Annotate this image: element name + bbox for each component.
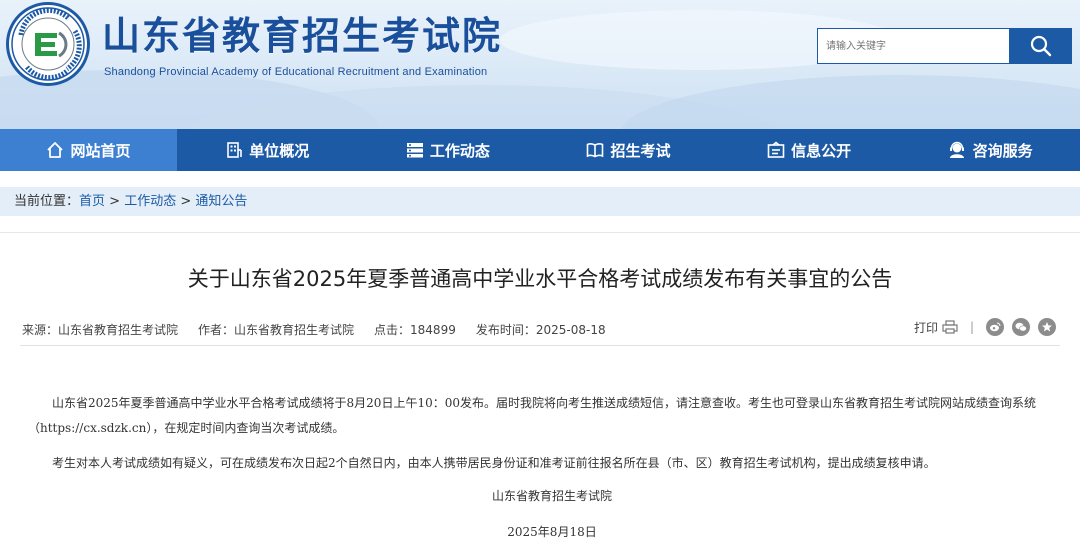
nav-label: 工作动态 bbox=[429, 141, 490, 160]
article: 关于山东省2025年夏季普通高中学业水平合格考试成绩发布有关事宜的公告 来源：山… bbox=[0, 232, 1080, 542]
article-signature: 山东省教育招生考试院 bbox=[491, 489, 612, 503]
article-paragraph: 考生对本人考试成绩如有疑义，可在成绩发布次日起2个自然日内，由本人携带居民身份证… bbox=[52, 456, 936, 470]
site-header: 山东省教育招生考试院 Shandong Provincial Academy o… bbox=[0, 0, 1080, 129]
article-published: 发布时间：2025-08-18 bbox=[475, 323, 606, 337]
home-icon bbox=[47, 142, 64, 158]
nav-item-home[interactable]: 网站首页 bbox=[0, 129, 177, 171]
article-title: 关于山东省2025年夏季普通高中学业水平合格考试成绩发布有关事宜的公告 bbox=[187, 267, 893, 291]
nav-label: 咨询服务 bbox=[972, 141, 1033, 160]
building-icon bbox=[227, 142, 243, 158]
site-subtitle: Shandong Provincial Academy of Education… bbox=[104, 66, 488, 78]
service-icon bbox=[949, 141, 964, 158]
list-icon bbox=[406, 143, 423, 158]
share-weibo-button[interactable] bbox=[986, 318, 1004, 336]
nav-item-exams[interactable]: 招生考试 bbox=[538, 129, 719, 171]
article-date: 2025年8月18日 bbox=[507, 525, 597, 539]
article-paragraph: 山东省2025年夏季普通高中学业水平合格考试成绩将于8月20日上午10：00发布… bbox=[28, 396, 1036, 435]
article-tools: 打印 | bbox=[914, 318, 1056, 336]
share-wechat-button[interactable] bbox=[1012, 318, 1030, 336]
favorite-button[interactable] bbox=[1038, 318, 1056, 336]
breadcrumb-separator: > bbox=[105, 194, 125, 209]
breadcrumb-news-link[interactable]: 工作动态 bbox=[124, 194, 176, 209]
print-label: 打印 bbox=[913, 320, 938, 335]
nav-item-news[interactable]: 工作动态 bbox=[358, 129, 539, 171]
site-logo[interactable] bbox=[6, 2, 90, 86]
print-icon bbox=[942, 320, 958, 334]
search-icon bbox=[1030, 35, 1051, 57]
print-button[interactable]: 打印 bbox=[914, 319, 958, 336]
weibo-icon bbox=[990, 322, 1001, 332]
site-title: 山东省教育招生考试院 bbox=[102, 14, 503, 58]
article-author: 作者：山东省教育招生考试院 bbox=[198, 323, 355, 337]
tools-divider: | bbox=[969, 320, 974, 334]
breadcrumb-prefix: 当前位置： bbox=[14, 194, 80, 209]
info-panel-icon bbox=[767, 141, 785, 158]
nav-label: 信息公开 bbox=[791, 141, 852, 160]
main-nav: 网站首页 单位概况 工作动态 招生考试 信息公开 咨询服务 bbox=[0, 129, 1080, 171]
nav-item-about[interactable]: 单位概况 bbox=[177, 129, 358, 171]
breadcrumb-home-link[interactable]: 首页 bbox=[79, 194, 105, 209]
article-body: 山东省2025年夏季普通高中学业水平合格考试成绩将于8月20日上午10：00发布… bbox=[28, 391, 1048, 476]
search-box bbox=[817, 28, 1072, 64]
article-clicks: 点击：184899 bbox=[374, 323, 456, 337]
article-meta: 来源：山东省教育招生考试院 作者：山东省教育招生考试院 点击：184899 发布… bbox=[22, 321, 606, 338]
nav-label: 招生考试 bbox=[610, 141, 671, 160]
search-input[interactable] bbox=[817, 28, 1009, 64]
nav-item-disclosure[interactable]: 信息公开 bbox=[719, 129, 900, 171]
nav-label: 单位概况 bbox=[249, 141, 310, 160]
article-source: 来源：山东省教育招生考试院 bbox=[22, 323, 179, 337]
wechat-icon bbox=[1015, 322, 1027, 332]
breadcrumb-separator: > bbox=[176, 194, 196, 209]
star-icon bbox=[1042, 322, 1052, 332]
nav-label: 网站首页 bbox=[70, 141, 131, 160]
meta-divider bbox=[20, 345, 1060, 346]
breadcrumb-notice-link[interactable]: 通知公告 bbox=[195, 194, 247, 209]
search-button[interactable] bbox=[1009, 28, 1072, 64]
breadcrumb: 当前位置：首页 > 工作动态 > 通知公告 bbox=[0, 187, 1080, 216]
nav-item-service[interactable]: 咨询服务 bbox=[899, 129, 1080, 171]
book-icon bbox=[587, 143, 604, 158]
